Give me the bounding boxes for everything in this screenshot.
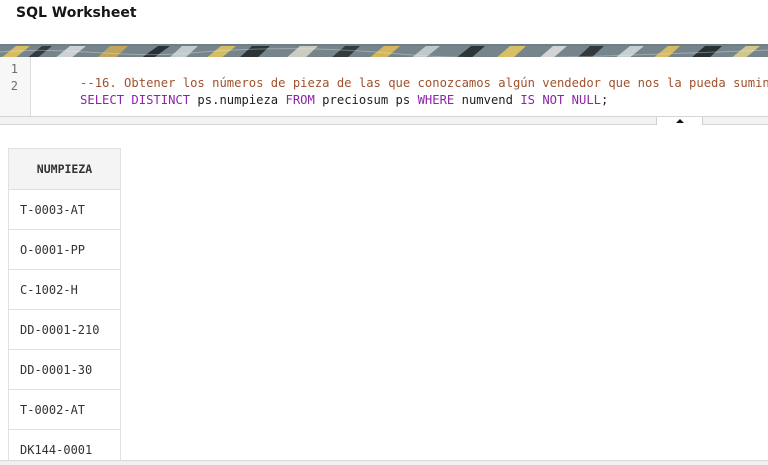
table-row[interactable]: O-0001-PP [8, 229, 121, 270]
bottom-scroll-bar[interactable] [0, 460, 768, 465]
table-cell-numpieza[interactable]: O-0001-PP [8, 229, 121, 270]
table-row[interactable]: T-0002-AT [8, 389, 121, 430]
split-handle[interactable] [656, 117, 703, 125]
table-cell-numpieza[interactable]: DD-0001-30 [8, 349, 121, 390]
sql-keyword-where: WHERE [417, 93, 455, 107]
chevron-up-icon [676, 119, 684, 123]
sql-worksheet-page: SQL Worksheet 1 2 --16. Obtener los núme… [0, 0, 768, 465]
query-result-table: NUMPIEZA T-0003-AT O-0001-PP C-1002-H DD… [8, 148, 121, 465]
query-results-panel: NUMPIEZA T-0003-AT O-0001-PP C-1002-H DD… [0, 125, 768, 465]
header: SQL Worksheet [0, 0, 768, 44]
sql-statement-terminator: ; [601, 93, 609, 107]
page-title: SQL Worksheet [16, 5, 137, 21]
column-header-numpieza[interactable]: NUMPIEZA [8, 148, 121, 190]
table-row[interactable]: DD-0001-210 [8, 309, 121, 350]
sql-keyword-select-distinct: SELECT DISTINCT [80, 93, 191, 107]
sql-column-reference: ps.numpieza [190, 93, 286, 107]
table-cell-numpieza[interactable]: T-0002-AT [8, 389, 121, 430]
table-header-row: NUMPIEZA [8, 148, 121, 190]
table-row[interactable]: T-0003-AT [8, 189, 121, 230]
line-number-1: 1 [10, 62, 18, 76]
table-row[interactable]: C-1002-H [8, 269, 121, 310]
code-line-2[interactable]: SELECT DISTINCT ps.numpieza FROM precios… [36, 79, 608, 121]
line-number-2: 2 [10, 79, 18, 93]
table-cell-numpieza[interactable]: T-0003-AT [8, 189, 121, 230]
banner-pattern [0, 46, 768, 57]
sql-condition-column: numvend [454, 93, 521, 107]
table-cell-numpieza[interactable]: C-1002-H [8, 269, 121, 310]
sql-table-alias: preciosum ps [314, 93, 418, 107]
line-number-gutter: 1 2 [0, 57, 31, 116]
editor-results-splitter[interactable] [0, 116, 768, 125]
sql-editor[interactable]: 1 2 --16. Obtener los números de pieza d… [0, 57, 768, 116]
decorative-banner [0, 44, 768, 57]
sql-keyword-from: FROM [285, 93, 315, 107]
sql-keyword-is-not-null: IS NOT NULL [520, 93, 602, 107]
table-row[interactable]: DD-0001-30 [8, 349, 121, 390]
table-cell-numpieza[interactable]: DD-0001-210 [8, 309, 121, 350]
